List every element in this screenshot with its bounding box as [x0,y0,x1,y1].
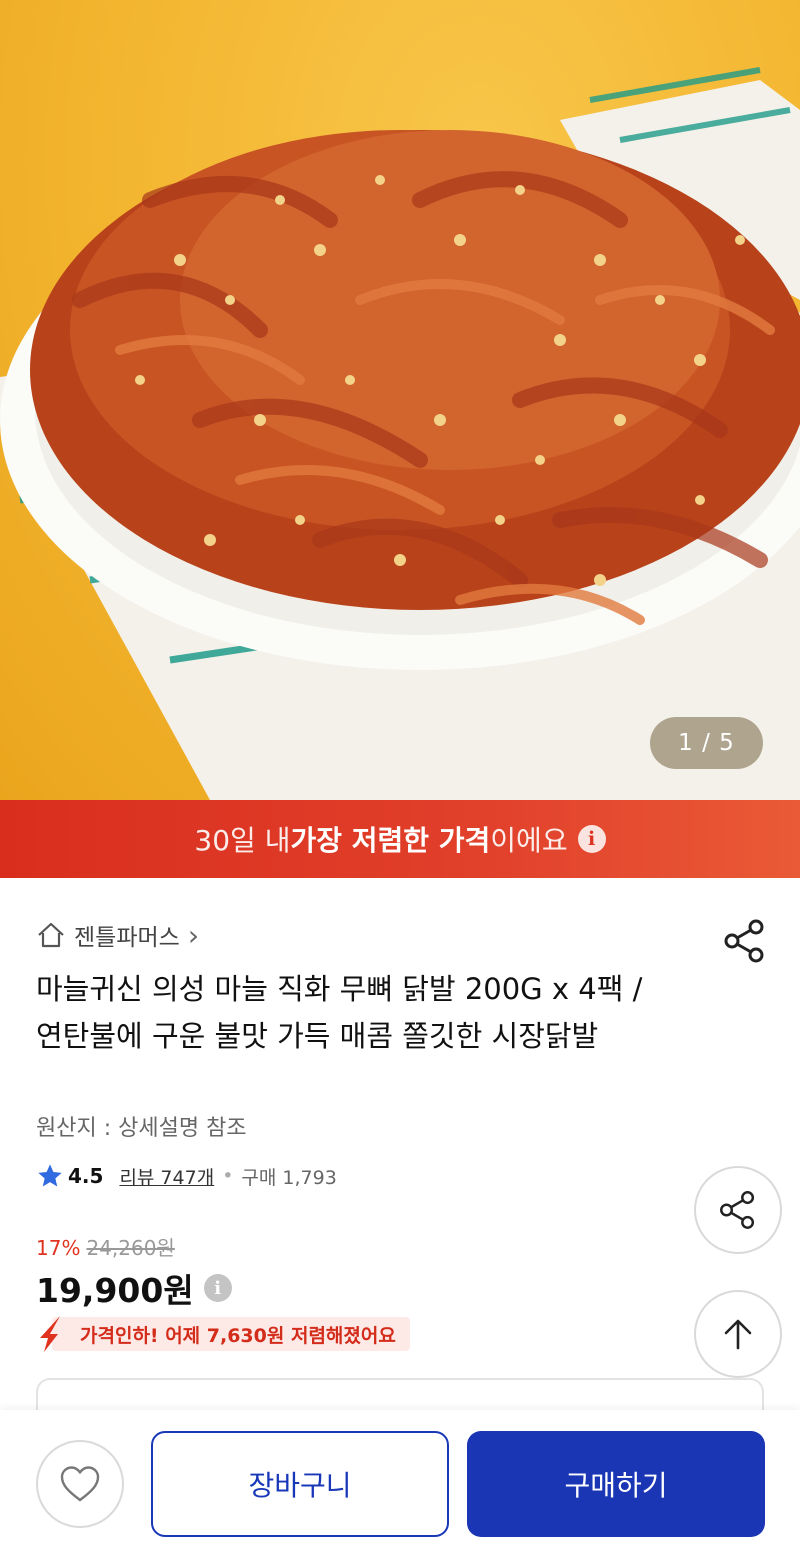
banner-prefix: 30일 내 [194,824,291,857]
arrow-up-icon [724,1319,752,1350]
store-name: 젠틀파머스 [74,925,180,951]
separator-dot: • [222,1165,234,1187]
original-price: 24,260원 [86,1236,175,1260]
buy-now-button[interactable]: 구매하기 [467,1431,765,1537]
chevron-right-icon: › [187,918,200,952]
image-pager: 1 / 5 [650,717,763,769]
store-link[interactable]: 젠틀파머스 › [36,918,199,952]
discount-rate: 17% [36,1236,81,1260]
home-icon [38,922,64,948]
lowest-price-banner[interactable]: 30일 내 가장 저렴한 가격 이에요 i [0,800,800,878]
product-image[interactable]: 1 / 5 [0,0,800,800]
rating-score: 4.5 [68,1164,104,1188]
price-drop-text: 가격인하! 어제 7,630원 저렴해졌어요 [52,1317,410,1351]
share-icon[interactable] [722,918,768,964]
star-icon [38,1164,62,1187]
info-icon[interactable]: i [577,825,606,853]
like-button[interactable] [36,1440,124,1528]
heart-icon [60,1466,100,1502]
origin-info: 원산지 : 상세설명 참조 [36,1116,247,1141]
banner-suffix: 이에요 [490,824,568,857]
add-to-cart-button[interactable]: 장바구니 [151,1431,449,1537]
price-row: 19,900원 i [36,1264,232,1312]
product-title: 마늘귀신 의성 마늘 직화 무뼈 닭발 200G x 4팩 / 연탄불에 구운 … [36,972,643,1053]
current-price: 19,900원 [36,1271,194,1310]
review-count-link[interactable]: 리뷰 747개 [119,1163,214,1190]
floating-share-button[interactable] [694,1166,782,1254]
price-drop-notice: 가격인하! 어제 7,630원 저렴해졌어요 [36,1314,410,1354]
rating-row: 4.5 리뷰 747개 • 구매 1,793 [36,1162,337,1190]
price-drop-arrow-icon [40,1316,60,1352]
info-icon[interactable]: i [203,1274,232,1302]
share-icon [720,1191,755,1229]
scroll-top-button[interactable] [694,1290,782,1378]
purchase-count: 구매 1,793 [241,1166,337,1189]
discount-row: 17% 24,260원 [36,1232,175,1261]
banner-highlight: 가장 저렴한 가격 [290,824,491,857]
product-photo-illustration [0,67,800,800]
